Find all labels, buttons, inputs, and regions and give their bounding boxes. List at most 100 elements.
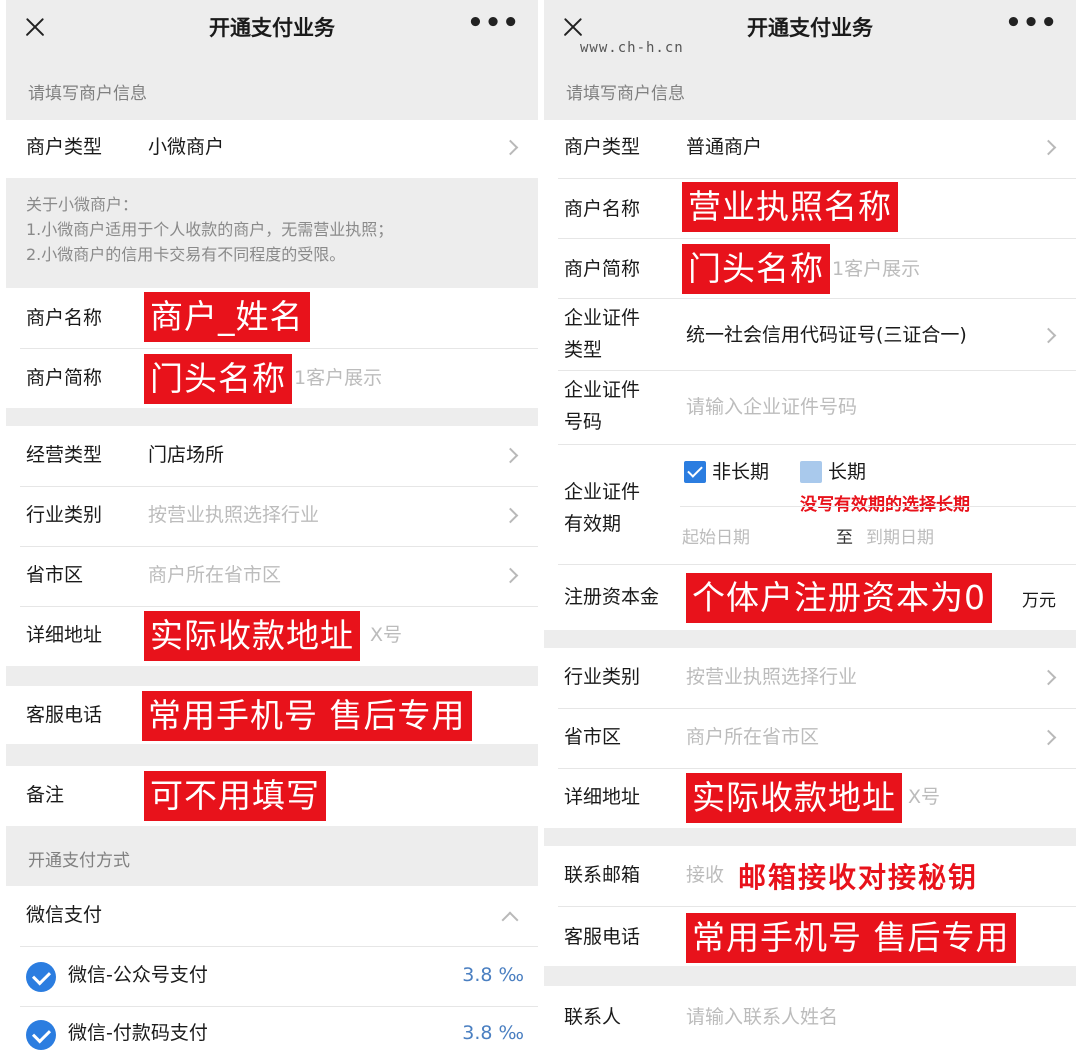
merchant-info-card: 商户类型 普通商户 商户名称 营业执照名称 商户简称 1客户展示 门头名称 企业… <box>544 120 1076 630</box>
address-placeholder: X号 <box>370 624 403 646</box>
address-row[interactable]: 详细地址 X号 实际收款地址 <box>544 768 1076 828</box>
annotation-note: 邮箱接收对接秘钥 <box>738 861 979 894</box>
watermark: www.ch-h.cn <box>580 40 684 56</box>
end-date-input[interactable]: 到期日期 <box>866 523 934 548</box>
chevron-right-icon <box>1040 669 1057 686</box>
contact-info-card: 联系邮箱 接收 邮箱接收对接秘钥 客服电话 常用手机号 售后专用 <box>544 846 1076 966</box>
merchant-names-card: 商户名称 商户_姓名 商户简称 1客户展示 门头名称 <box>6 288 538 408</box>
merchant-short-label: 商户简称 <box>564 258 641 280</box>
section-header-merchant: 请填写商户信息 <box>566 83 685 104</box>
business-type-label: 经营类型 <box>26 444 103 466</box>
remark-row[interactable]: 备注 可不用填写 <box>6 766 538 826</box>
service-phone-row[interactable]: 客服电话 常用手机号 售后专用 <box>544 906 1076 966</box>
start-date-input[interactable]: 起始日期 <box>682 523 750 548</box>
business-type-row[interactable]: 经营类型 门店场所 <box>6 426 538 486</box>
more-icon[interactable]: ••• <box>467 10 520 36</box>
registered-capital-row[interactable]: 注册资本金 个体户注册资本为0 万元 <box>544 564 1076 630</box>
annotation-overlay: 常用手机号 售后专用 <box>686 913 1016 963</box>
region-row[interactable]: 省市区 商户所在省市区 <box>544 708 1076 768</box>
email-row[interactable]: 联系邮箱 接收 邮箱接收对接秘钥 <box>544 846 1076 906</box>
merchant-type-label: 商户类型 <box>564 136 641 158</box>
industry-placeholder: 按营业执照选择行业 <box>148 504 320 526</box>
chevron-right-icon <box>1040 327 1057 344</box>
business-type-value: 门店场所 <box>148 444 225 466</box>
check-circle-icon[interactable] <box>26 962 56 992</box>
check-circle-icon[interactable] <box>26 1020 56 1050</box>
cert-type-row[interactable]: 企业证件 类型 统一社会信用代码证号(三证合一) <box>544 298 1076 370</box>
section-header-payment: 开通支付方式 <box>28 850 130 871</box>
address-label: 详细地址 <box>26 624 103 646</box>
annotation-note: 没写有效期的选择长期 <box>800 495 970 515</box>
service-phone-row[interactable]: 客服电话 常用手机号 售后专用 <box>6 686 538 744</box>
annotation-overlay: 商户_姓名 <box>144 292 310 342</box>
contact-input[interactable]: 请输入联系人姓名 <box>686 1002 838 1032</box>
merchant-type-value: 普通商户 <box>686 136 763 158</box>
industry-row[interactable]: 行业类别 按营业执照选择行业 <box>544 648 1076 708</box>
long-term-label: 长期 <box>828 461 867 483</box>
cert-number-row[interactable]: 企业证件 号码 请输入企业证件号码 <box>544 370 1076 444</box>
capital-unit: 万元 <box>1022 591 1056 611</box>
left-screen: 开通支付业务 ••• 请填写商户信息 商户类型 小微商户 关于小微商户： 1.小… <box>6 0 538 1054</box>
chevron-right-icon <box>502 507 519 524</box>
registered-capital-label: 注册资本金 <box>564 586 660 608</box>
more-icon[interactable]: ••• <box>1005 10 1058 36</box>
region-label: 省市区 <box>564 726 622 748</box>
annotation-overlay: 可不用填写 <box>144 771 326 821</box>
merchant-short-placeholder: 1客户展示 <box>832 258 921 280</box>
merchant-name-label: 商户名称 <box>26 307 103 329</box>
email-input[interactable]: 接收 <box>686 860 724 890</box>
merchant-short-row[interactable]: 商户简称 1客户展示 门头名称 <box>6 348 538 408</box>
cert-number-label: 企业证件 号码 <box>564 379 641 433</box>
address-label: 详细地址 <box>564 786 641 808</box>
chevron-right-icon <box>1040 139 1057 156</box>
payment-card: 微信支付 微信-公众号支付 3.8 ‰ 微信-付款码支付 3.8 ‰ <box>6 886 538 1054</box>
merchant-short-label: 商户简称 <box>26 367 103 389</box>
pay-method-row[interactable]: 微信-付款码支付 3.8 ‰ <box>6 1006 538 1054</box>
merchant-type-note: 关于小微商户： 1.小微商户适用于个人收款的商户，无需营业执照； 2.小微商户的… <box>6 178 538 286</box>
note-title: 关于小微商户： <box>26 195 139 214</box>
industry-label: 行业类别 <box>26 504 103 526</box>
cert-type-label: 企业证件 类型 <box>564 307 641 361</box>
address-placeholder: X号 <box>908 786 941 808</box>
page-title: 开通支付业务 <box>209 16 335 40</box>
cert-validity-row: 企业证件 有效期 非长期 长期 没写有效期的选择长期 起始日期 至 到期日期 <box>544 444 1076 564</box>
annotation-overlay: 实际收款地址 <box>144 611 360 661</box>
region-placeholder: 商户所在省市区 <box>686 726 820 748</box>
note-line: 2.小微商户的信用卡交易有不同程度的受限。 <box>26 245 346 264</box>
annotation-overlay: 营业执照名称 <box>682 182 898 232</box>
cert-number-input[interactable]: 请输入企业证件号码 <box>686 392 857 422</box>
service-phone-label: 客服电话 <box>26 704 103 726</box>
merchant-name-row[interactable]: 商户名称 营业执照名称 <box>544 178 1076 238</box>
region-label: 省市区 <box>26 564 84 586</box>
note-line: 1.小微商户适用于个人收款的商户，无需营业执照； <box>26 220 394 239</box>
cert-type-value: 统一社会信用代码证号(三证合一) <box>686 324 967 346</box>
wechat-pay-label: 微信支付 <box>26 904 103 926</box>
region-placeholder: 商户所在省市区 <box>148 564 282 586</box>
industry-row[interactable]: 行业类别 按营业执照选择行业 <box>6 486 538 546</box>
pay-method-row[interactable]: 微信-公众号支付 3.8 ‰ <box>6 946 538 1006</box>
contact-person-row[interactable]: 联系人 请输入联系人姓名 <box>544 986 1076 1054</box>
cert-validity-label: 企业证件 有效期 <box>564 481 641 535</box>
checkbox-non-long-term[interactable] <box>684 461 706 483</box>
contact-label: 联系人 <box>564 1006 622 1028</box>
section-header-merchant: 请填写商户信息 <box>28 83 147 104</box>
business-info-card: 经营类型 门店场所 行业类别 按营业执照选择行业 省市区 商户所在省市区 详细地… <box>6 426 538 666</box>
merchant-short-placeholder: 1客户展示 <box>294 367 383 389</box>
nav-bar: 开通支付业务 ••• <box>6 0 538 56</box>
checkbox-long-term[interactable] <box>800 461 822 483</box>
region-row[interactable]: 省市区 商户所在省市区 <box>6 546 538 606</box>
pay-method-label: 微信-付款码支付 <box>68 1022 208 1044</box>
chevron-right-icon <box>1040 729 1057 746</box>
annotation-overlay: 实际收款地址 <box>686 773 902 823</box>
merchant-type-row[interactable]: 商户类型 小微商户 <box>6 120 538 178</box>
annotation-overlay: 门头名称 <box>144 354 292 404</box>
address-row[interactable]: 详细地址 X号 实际收款地址 <box>6 606 538 666</box>
wechat-pay-row[interactable]: 微信支付 <box>6 886 538 946</box>
chevron-right-icon <box>502 447 519 464</box>
merchant-type-row[interactable]: 商户类型 普通商户 <box>544 120 1076 178</box>
merchant-name-row[interactable]: 商户名称 商户_姓名 <box>6 288 538 348</box>
merchant-short-row[interactable]: 商户简称 1客户展示 门头名称 <box>544 238 1076 298</box>
merchant-type-label: 商户类型 <box>26 136 103 158</box>
right-screen: 开通支付业务 ••• www.ch-h.cn 请填写商户信息 商户类型 普通商户… <box>544 0 1076 1054</box>
chevron-right-icon <box>502 567 519 584</box>
